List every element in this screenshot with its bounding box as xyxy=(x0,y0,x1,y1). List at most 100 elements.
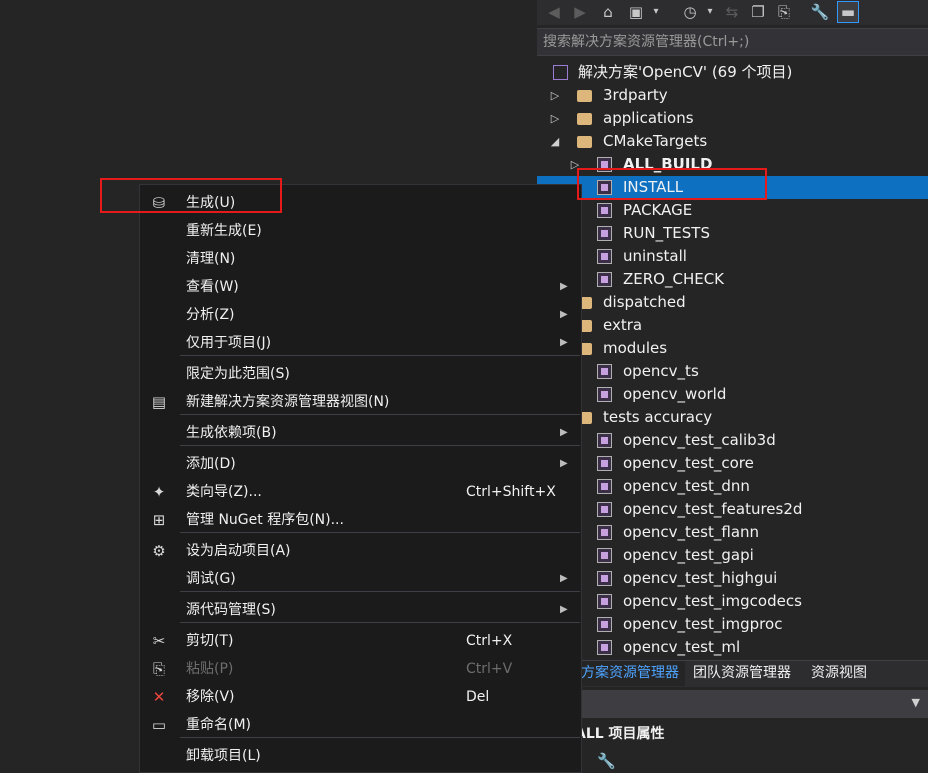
tree-item[interactable]: opencv_test_imgproc xyxy=(537,613,928,636)
properties-wrench-icon[interactable]: 🔧 xyxy=(809,1,831,23)
project-icon xyxy=(597,617,612,632)
menu-item[interactable]: 源代码管理(S) ▶ xyxy=(140,596,581,624)
tree-item[interactable]: opencv_world xyxy=(537,383,928,406)
solution-explorer-toolbar: ◀ ▶ ⌂ ▣ ▾ ◷ ▾ ⇆ ❐ ⎘ 🔧 ▬ xyxy=(537,0,928,25)
menu-item[interactable]: ✦ 类向导(Z)... Ctrl+Shift+X xyxy=(140,478,581,506)
tree-item[interactable]: RUN_TESTS xyxy=(537,222,928,245)
tree-item-label: applications xyxy=(603,109,694,127)
tree-item[interactable]: modules xyxy=(537,337,928,360)
tree-item-label: opencv_test_dnn xyxy=(623,477,750,495)
menu-item[interactable]: 卸载项目(L) xyxy=(140,742,581,770)
tree-item[interactable]: uninstall xyxy=(537,245,928,268)
tree-item[interactable]: ZERO_CHECK xyxy=(537,268,928,291)
tree-item[interactable]: dispatched xyxy=(537,291,928,314)
tree-item[interactable]: ◢ CMakeTargets xyxy=(537,130,928,153)
folder-icon xyxy=(577,136,592,148)
menu-item[interactable]: ⚙ 设为启动项目(A) xyxy=(140,537,581,565)
menu-item: ⎘ 粘贴(P) Ctrl+V xyxy=(140,655,581,683)
menu-item[interactable]: ▤ 新建解决方案资源管理器视图(N) xyxy=(140,388,581,416)
menu-item[interactable]: 仅用于项目(J) ▶ xyxy=(140,329,581,357)
new-view-icon: ▤ xyxy=(151,393,167,411)
menu-item[interactable]: ✂ 剪切(T) Ctrl+X xyxy=(140,627,581,655)
tree-item[interactable]: opencv_test_features2d xyxy=(537,498,928,521)
preview-selected-icon[interactable]: ▬ xyxy=(837,1,859,23)
menu-item[interactable]: ⊞ 管理 NuGet 程序包(N)... xyxy=(140,506,581,534)
project-icon xyxy=(597,249,612,264)
menu-item-label: 剪切(T) xyxy=(186,633,234,649)
properties-header: ▼ xyxy=(537,690,928,718)
tree-item[interactable]: opencv_test_highgui xyxy=(537,567,928,590)
tree-item-label: opencv_world xyxy=(623,385,727,403)
tree-item[interactable]: ▷ applications xyxy=(537,107,928,130)
menu-item[interactable]: 重新生成(E) xyxy=(140,217,581,245)
wrench-icon[interactable]: 🔧 xyxy=(597,752,616,770)
tree-item[interactable]: opencv_test_imgcodecs xyxy=(537,590,928,613)
menu-item[interactable]: 生成依赖项(B) ▶ xyxy=(140,419,581,447)
submenu-arrow-icon: ▶ xyxy=(560,309,568,320)
tree-item[interactable]: opencv_ts xyxy=(537,360,928,383)
tree-item[interactable]: opencv_test_dnn xyxy=(537,475,928,498)
search-input[interactable]: 搜索解决方案资源管理器(Ctrl+;) xyxy=(537,28,928,56)
collapse-all-icon[interactable]: ❐ xyxy=(747,1,769,23)
project-icon xyxy=(597,272,612,287)
project-icon xyxy=(597,364,612,379)
tree-item-label: dispatched xyxy=(603,293,686,311)
tree-item-label: opencv_test_ml xyxy=(623,638,741,656)
menu-item[interactable]: 清理(N) xyxy=(140,245,581,273)
folder-icon xyxy=(577,113,592,125)
tree-item[interactable]: opencv_test_calib3d xyxy=(537,429,928,452)
tree-item[interactable]: PACKAGE xyxy=(537,199,928,222)
pending-changes-icon[interactable]: ◷ xyxy=(679,1,701,23)
tree-item-label: uninstall xyxy=(623,247,687,265)
sync-icon[interactable]: ⇆ xyxy=(721,1,743,23)
menu-item[interactable]: 添加(D) ▶ xyxy=(140,450,581,478)
tree-solution-node[interactable]: 解决方案'OpenCV' (69 个项目) xyxy=(537,61,928,84)
menu-item[interactable]: 调试(G) ▶ xyxy=(140,565,581,593)
tree-item-label: 3rdparty xyxy=(603,86,668,104)
tree-item[interactable]: opencv_test_flann xyxy=(537,521,928,544)
tree-item[interactable]: opencv_test_core xyxy=(537,452,928,475)
menu-item-label: 清理(N) xyxy=(186,251,236,267)
menu-item[interactable]: 限定为此范围(S) xyxy=(140,360,581,388)
menu-item[interactable]: 分析(Z) ▶ xyxy=(140,301,581,329)
tree-item[interactable]: extra xyxy=(537,314,928,337)
remove-x-icon: ✕ xyxy=(152,688,166,706)
menu-item-label: 仅用于项目(J) xyxy=(186,335,272,351)
tree-item[interactable]: opencv_test_ml xyxy=(537,636,928,659)
menu-item[interactable]: ▭ 重命名(M) xyxy=(140,711,581,739)
tab-resource-view[interactable]: 资源视图 xyxy=(805,661,873,686)
menu-item[interactable]: 查看(W) ▶ xyxy=(140,273,581,301)
tree-expand-icon[interactable]: ▷ xyxy=(549,84,561,107)
tree-item-label: opencv_test_highgui xyxy=(623,569,778,587)
properties-title: ALL 项目属性 xyxy=(575,726,665,742)
tree-item-label: extra xyxy=(603,316,643,334)
home-icon[interactable]: ⌂ xyxy=(597,1,619,23)
tab-team-explorer[interactable]: 团队资源管理器 xyxy=(687,661,797,686)
project-icon xyxy=(597,226,612,241)
menu-item[interactable]: ✕ 移除(V) Del xyxy=(140,683,581,711)
tree-item[interactable]: tests accuracy xyxy=(537,406,928,429)
tree-item-label: tests accuracy xyxy=(603,408,713,426)
project-icon xyxy=(597,456,612,471)
menu-item-label: 新建解决方案资源管理器视图(N) xyxy=(186,394,390,410)
gear-icon: ⚙ xyxy=(152,542,166,560)
chevron-down-icon[interactable]: ▾ xyxy=(645,1,667,23)
menu-item-shortcut: Ctrl+X xyxy=(466,633,513,649)
tree-item-label: opencv_test_flann xyxy=(623,523,760,541)
tree-expand-icon[interactable]: ▷ xyxy=(549,107,561,130)
switch-views-icon[interactable]: ▣ xyxy=(625,1,647,23)
menu-item-shortcut: Del xyxy=(466,689,490,705)
project-icon xyxy=(597,433,612,448)
tree-item-label: opencv_test_calib3d xyxy=(623,431,776,449)
tab-solution-explorer[interactable]: 方案资源管理器 xyxy=(575,661,685,686)
tree-item[interactable]: opencv_test_gapi xyxy=(537,544,928,567)
annotation-box-install xyxy=(577,168,767,200)
chevron-down-icon[interactable]: ▾ xyxy=(699,1,721,23)
chevron-down-icon[interactable]: ▼ xyxy=(912,696,920,709)
menu-item-label: 重命名(M) xyxy=(186,717,252,733)
show-all-files-icon[interactable]: ⎘ xyxy=(773,1,795,23)
tree-collapse-icon[interactable]: ◢ xyxy=(549,130,561,153)
tree-item[interactable]: ▷ 3rdparty xyxy=(537,84,928,107)
forward-icon[interactable]: ▶ xyxy=(569,1,591,23)
back-icon[interactable]: ◀ xyxy=(543,1,565,23)
